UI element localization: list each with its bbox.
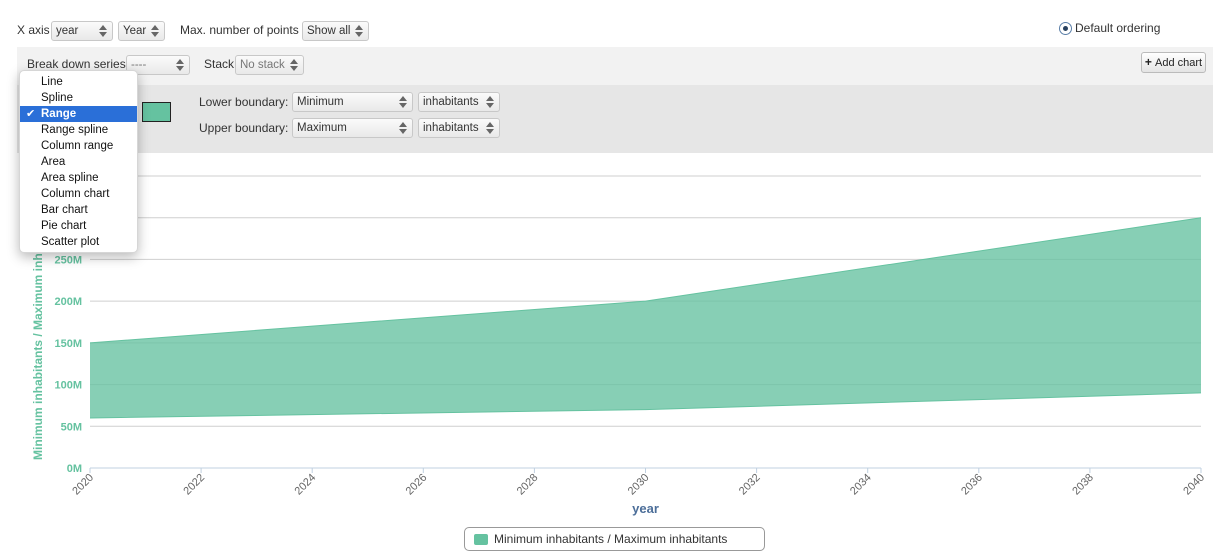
y-tick-label: 0M [67,463,82,475]
chart-type-option[interactable]: Area spline [20,170,137,186]
y-tick-label: 250M [54,254,82,266]
chart-legend[interactable]: Minimum inhabitants / Maximum inhabitant… [464,527,765,551]
checkmark-icon: ✔ [26,108,36,120]
chart-type-option-label: Range [41,108,77,120]
chart-type-option-label: Line [41,76,63,88]
chart-type-option-label: Scatter plot [41,236,100,248]
chart-type-option-label: Column range [41,140,114,152]
legend-label: Minimum inhabitants / Maximum inhabitant… [494,532,728,546]
chart-type-option[interactable]: Area [20,154,137,170]
y-tick-label: 150M [54,338,82,350]
chart-type-option[interactable]: ✔ Range [20,106,137,122]
chart-type-option[interactable]: Line [20,74,137,90]
chart-type-option[interactable]: Range spline [20,122,137,138]
chart-type-option[interactable]: Pie chart [20,218,137,234]
chart-type-option-label: Bar chart [41,204,88,216]
chart-type-option[interactable]: Bar chart [20,202,137,218]
chart-type-option-label: Area spline [41,172,99,184]
y-tick-label: 100M [54,380,82,392]
legend-swatch [474,534,488,545]
chart-type-option[interactable]: Column range [20,138,137,154]
chart-type-option-label: Column chart [41,188,110,200]
chart-type-option[interactable]: Column chart [20,186,137,202]
chart-type-option-label: Spline [41,92,73,104]
y-tick-label: 50M [61,421,82,433]
range-chart: 0M50M100M150M200M250M2020 2022 2024 2026 202… [18,153,1213,516]
chart-type-option-label: Pie chart [41,220,87,232]
chart-type-option[interactable]: Spline [20,90,137,106]
y-tick-label: 200M [54,296,82,308]
chart-type-option-label: Area [41,156,66,168]
chart-type-menu[interactable]: Line Spline ✔ Range Range spline Column range… [19,70,138,253]
chart-type-option[interactable]: Scatter plot [20,234,137,250]
x-axis-title: year [632,501,659,516]
chart-type-option-label: Range spline [41,124,109,136]
